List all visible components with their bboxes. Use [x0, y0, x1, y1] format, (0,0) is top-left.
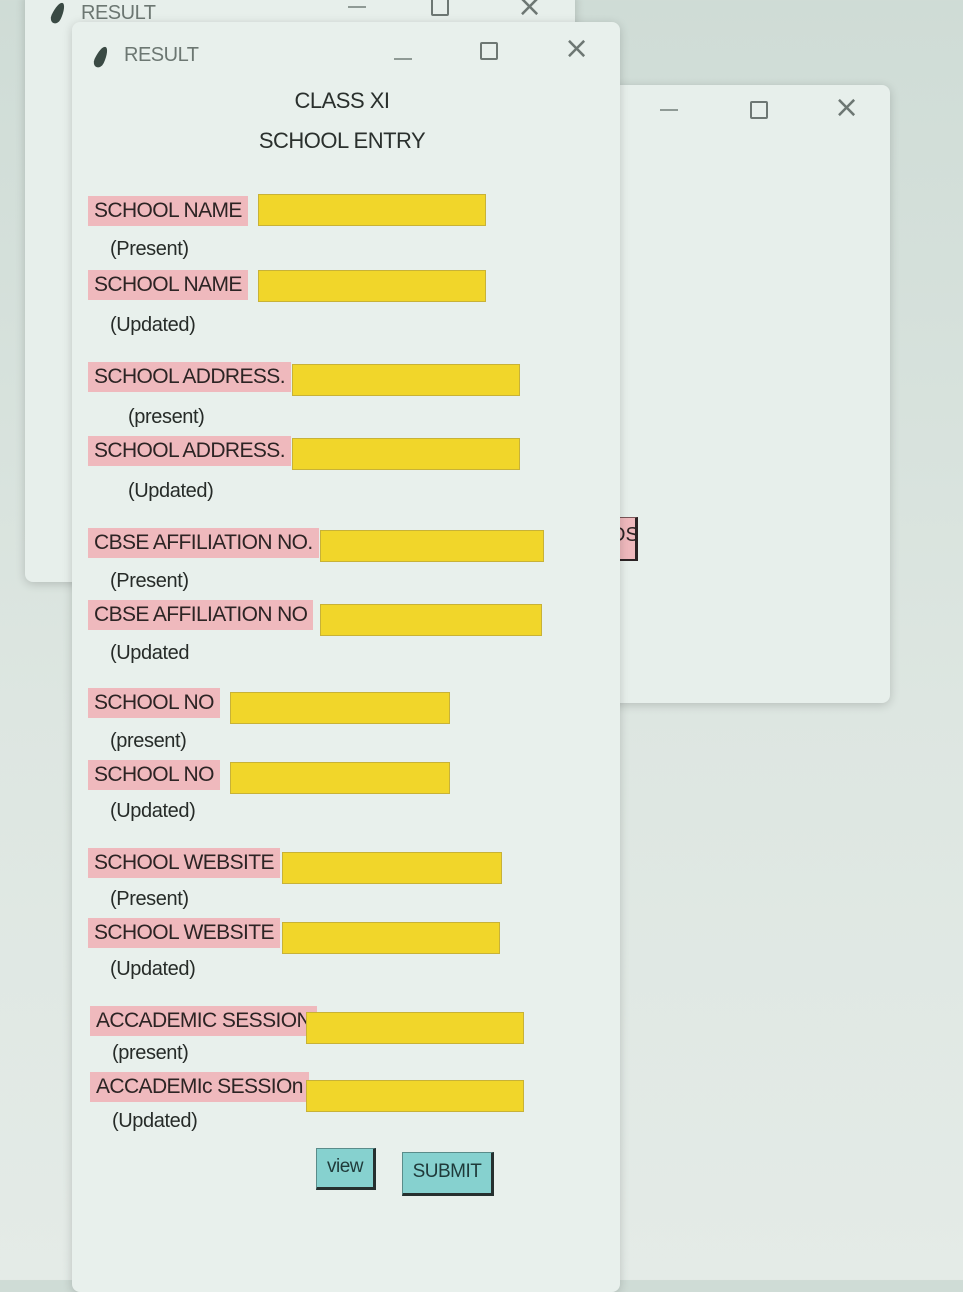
cbse-affiliation-present-input[interactable]	[320, 530, 544, 562]
school-website-updated-label: SCHOOL WEBSITE	[88, 918, 280, 948]
school-address-updated-input[interactable]	[292, 438, 520, 470]
school-website-updated-input[interactable]	[282, 922, 500, 954]
school-website-present-input[interactable]	[282, 852, 502, 884]
field-note: (Updated	[110, 642, 190, 664]
field-note: (Present)	[110, 238, 189, 260]
minimize-icon[interactable]	[660, 109, 678, 111]
school-address-updated-label: SCHOOL ADDRESS.	[88, 436, 291, 466]
form-subheading: SCHOOL ENTRY	[258, 128, 426, 153]
cbse-affiliation-updated-label: CBSE AFFILIATION NO	[88, 600, 314, 630]
minimize-icon[interactable]	[394, 58, 412, 60]
school-website-present-label: SCHOOL WEBSITE	[88, 848, 280, 878]
school-name-present-input[interactable]	[258, 194, 486, 226]
titlebar[interactable]: RESULT ×	[72, 22, 620, 72]
view-button[interactable]: view	[316, 1148, 376, 1190]
field-note: (Present)	[110, 888, 189, 910]
school-name-updated-input[interactable]	[258, 270, 486, 302]
school-no-present-input[interactable]	[230, 692, 450, 724]
field-note: (present)	[128, 406, 205, 428]
academic-session-updated-label: ACCADEMIc SESSIOn	[90, 1072, 309, 1102]
field-note: (Updated)	[110, 800, 196, 822]
school-name-updated-label: SCHOOL NAME	[88, 270, 248, 300]
maximize-icon[interactable]	[750, 101, 768, 119]
field-note: (Present)	[110, 570, 189, 592]
background-window[interactable]: ×	[610, 85, 890, 703]
submit-button[interactable]: SUBMIT	[402, 1152, 494, 1196]
feather-icon	[48, 0, 68, 26]
form-heading: CLASS XI	[294, 88, 390, 113]
field-note: (present)	[112, 1042, 189, 1064]
academic-session-present-label: ACCADEMIC SESSION	[90, 1006, 318, 1036]
close-icon[interactable]: ×	[564, 34, 589, 64]
close-icon[interactable]: ×	[834, 93, 859, 123]
field-note: (present)	[110, 730, 187, 752]
academic-session-present-input[interactable]	[306, 1012, 524, 1044]
cbse-affiliation-updated-input[interactable]	[320, 604, 542, 636]
school-no-updated-input[interactable]	[230, 762, 450, 794]
cbse-affiliation-present-label: CBSE AFFILIATION NO.	[88, 528, 319, 558]
main-window-result[interactable]: RESULT × CLASS XI SCHOOL ENTRY SCHOOL NA…	[72, 22, 620, 1292]
school-no-present-label: SCHOOL NO	[88, 688, 220, 718]
academic-session-updated-input[interactable]	[306, 1080, 524, 1112]
minimize-icon[interactable]	[348, 6, 366, 8]
field-note: (Updated)	[110, 314, 196, 336]
field-note: (Updated)	[128, 480, 214, 502]
field-note: (Updated)	[110, 958, 196, 980]
window-title: RESULT	[124, 44, 199, 66]
maximize-icon[interactable]	[480, 42, 498, 60]
school-name-present-label: SCHOOL NAME	[88, 196, 248, 226]
school-no-updated-label: SCHOOL NO	[88, 760, 220, 790]
school-address-present-input[interactable]	[292, 364, 520, 396]
maximize-icon[interactable]	[431, 0, 449, 16]
field-note: (Updated)	[112, 1110, 198, 1132]
close-icon[interactable]: ×	[517, 0, 542, 22]
school-address-present-label: SCHOOL ADDRESS.	[88, 362, 291, 392]
feather-icon	[91, 44, 111, 70]
